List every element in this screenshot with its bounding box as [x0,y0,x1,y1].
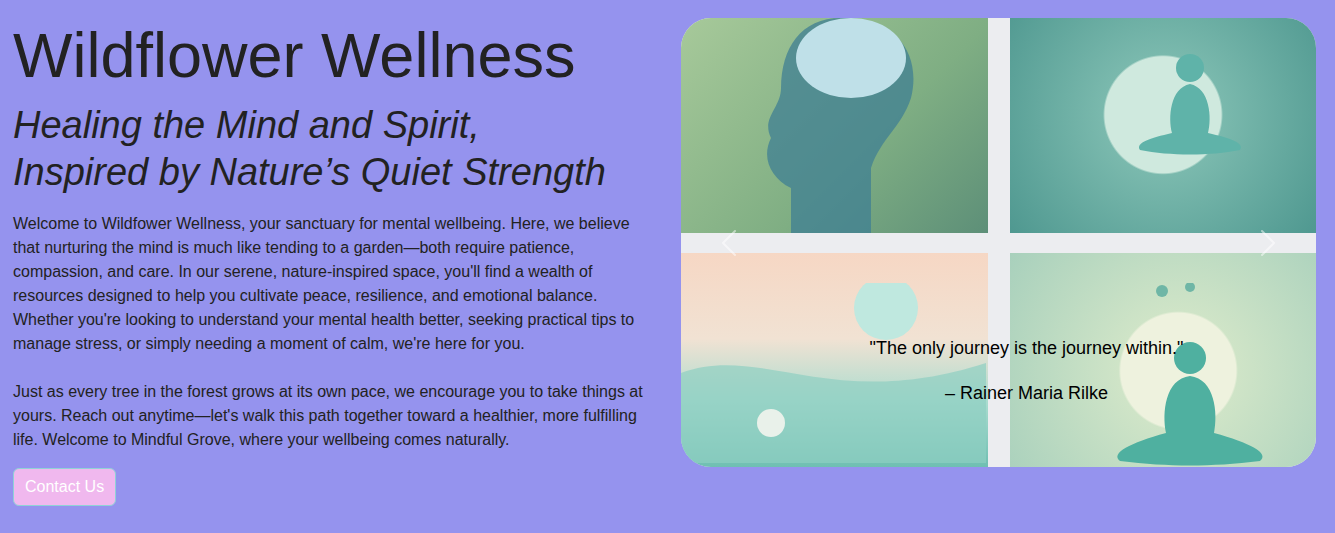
prev-button[interactable] [681,18,776,467]
intro-section: Wildflower Wellness Healing the Mind and … [13,18,653,506]
intro-paragraph: Just as every tree in the forest grows a… [13,380,653,452]
page: Wildflower Wellness Healing the Mind and … [0,0,1335,506]
contact-button[interactable]: Contact Us [13,468,116,506]
site-title: Wildflower Wellness [13,22,653,88]
chevron-right-icon [1252,227,1284,259]
subtitle: Healing the Mind and Spirit,Inspired by … [13,102,653,196]
subtitle-line: Healing the Mind and Spirit, [13,102,653,149]
intro-paragraph: Welcome to Wildfower Wellness, your sanc… [13,212,653,356]
image-carousel: "The only journey is the journey within.… [681,18,1316,467]
next-button[interactable] [1221,18,1316,467]
chevron-left-icon [713,227,745,259]
subtitle-line: Inspired by Nature’s Quiet Strength [13,149,653,196]
